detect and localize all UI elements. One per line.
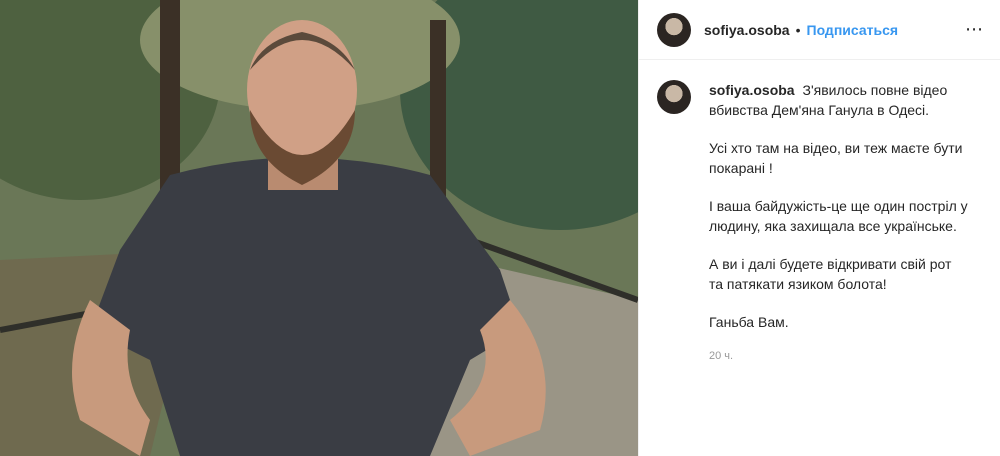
separator-dot: • — [795, 21, 801, 38]
caption-paragraph-5: Ганьба Вам. — [709, 314, 789, 330]
post-photo-illustration — [0, 0, 638, 456]
caption-first-line: sofiya.osoba З'явилось повне відео вбивс… — [709, 80, 969, 120]
header-username[interactable]: sofiya.osoba — [704, 22, 790, 38]
follow-button[interactable]: Подписаться — [807, 22, 899, 38]
post-photo[interactable] — [0, 0, 638, 456]
caption-avatar[interactable] — [657, 80, 691, 114]
more-options-icon[interactable]: ⋯ — [965, 19, 984, 40]
caption-paragraph-2: Усі хто там на відео, ви теж маєте бути … — [709, 140, 963, 176]
caption-body: sofiya.osoba З'явилось повне відео вбивс… — [709, 80, 969, 366]
avatar[interactable] — [657, 12, 691, 47]
instagram-post: sofiya.osoba • Подписаться ⋯ sofiya.osob… — [0, 0, 1000, 456]
post-timestamp[interactable]: 20 ч. — [709, 346, 969, 366]
post-header: sofiya.osoba • Подписаться ⋯ — [639, 0, 1000, 60]
post-sidebar: sofiya.osoba • Подписаться ⋯ sofiya.osob… — [638, 0, 1000, 456]
caption-paragraph-3: І ваша байдужість-це ще один постріл у л… — [709, 198, 968, 234]
caption-comment: sofiya.osoba З'явилось повне відео вбивс… — [639, 60, 1000, 366]
caption-paragraph-4: А ви і далі будете відкривати свій рот т… — [709, 256, 952, 292]
caption-username[interactable]: sofiya.osoba — [709, 82, 795, 98]
